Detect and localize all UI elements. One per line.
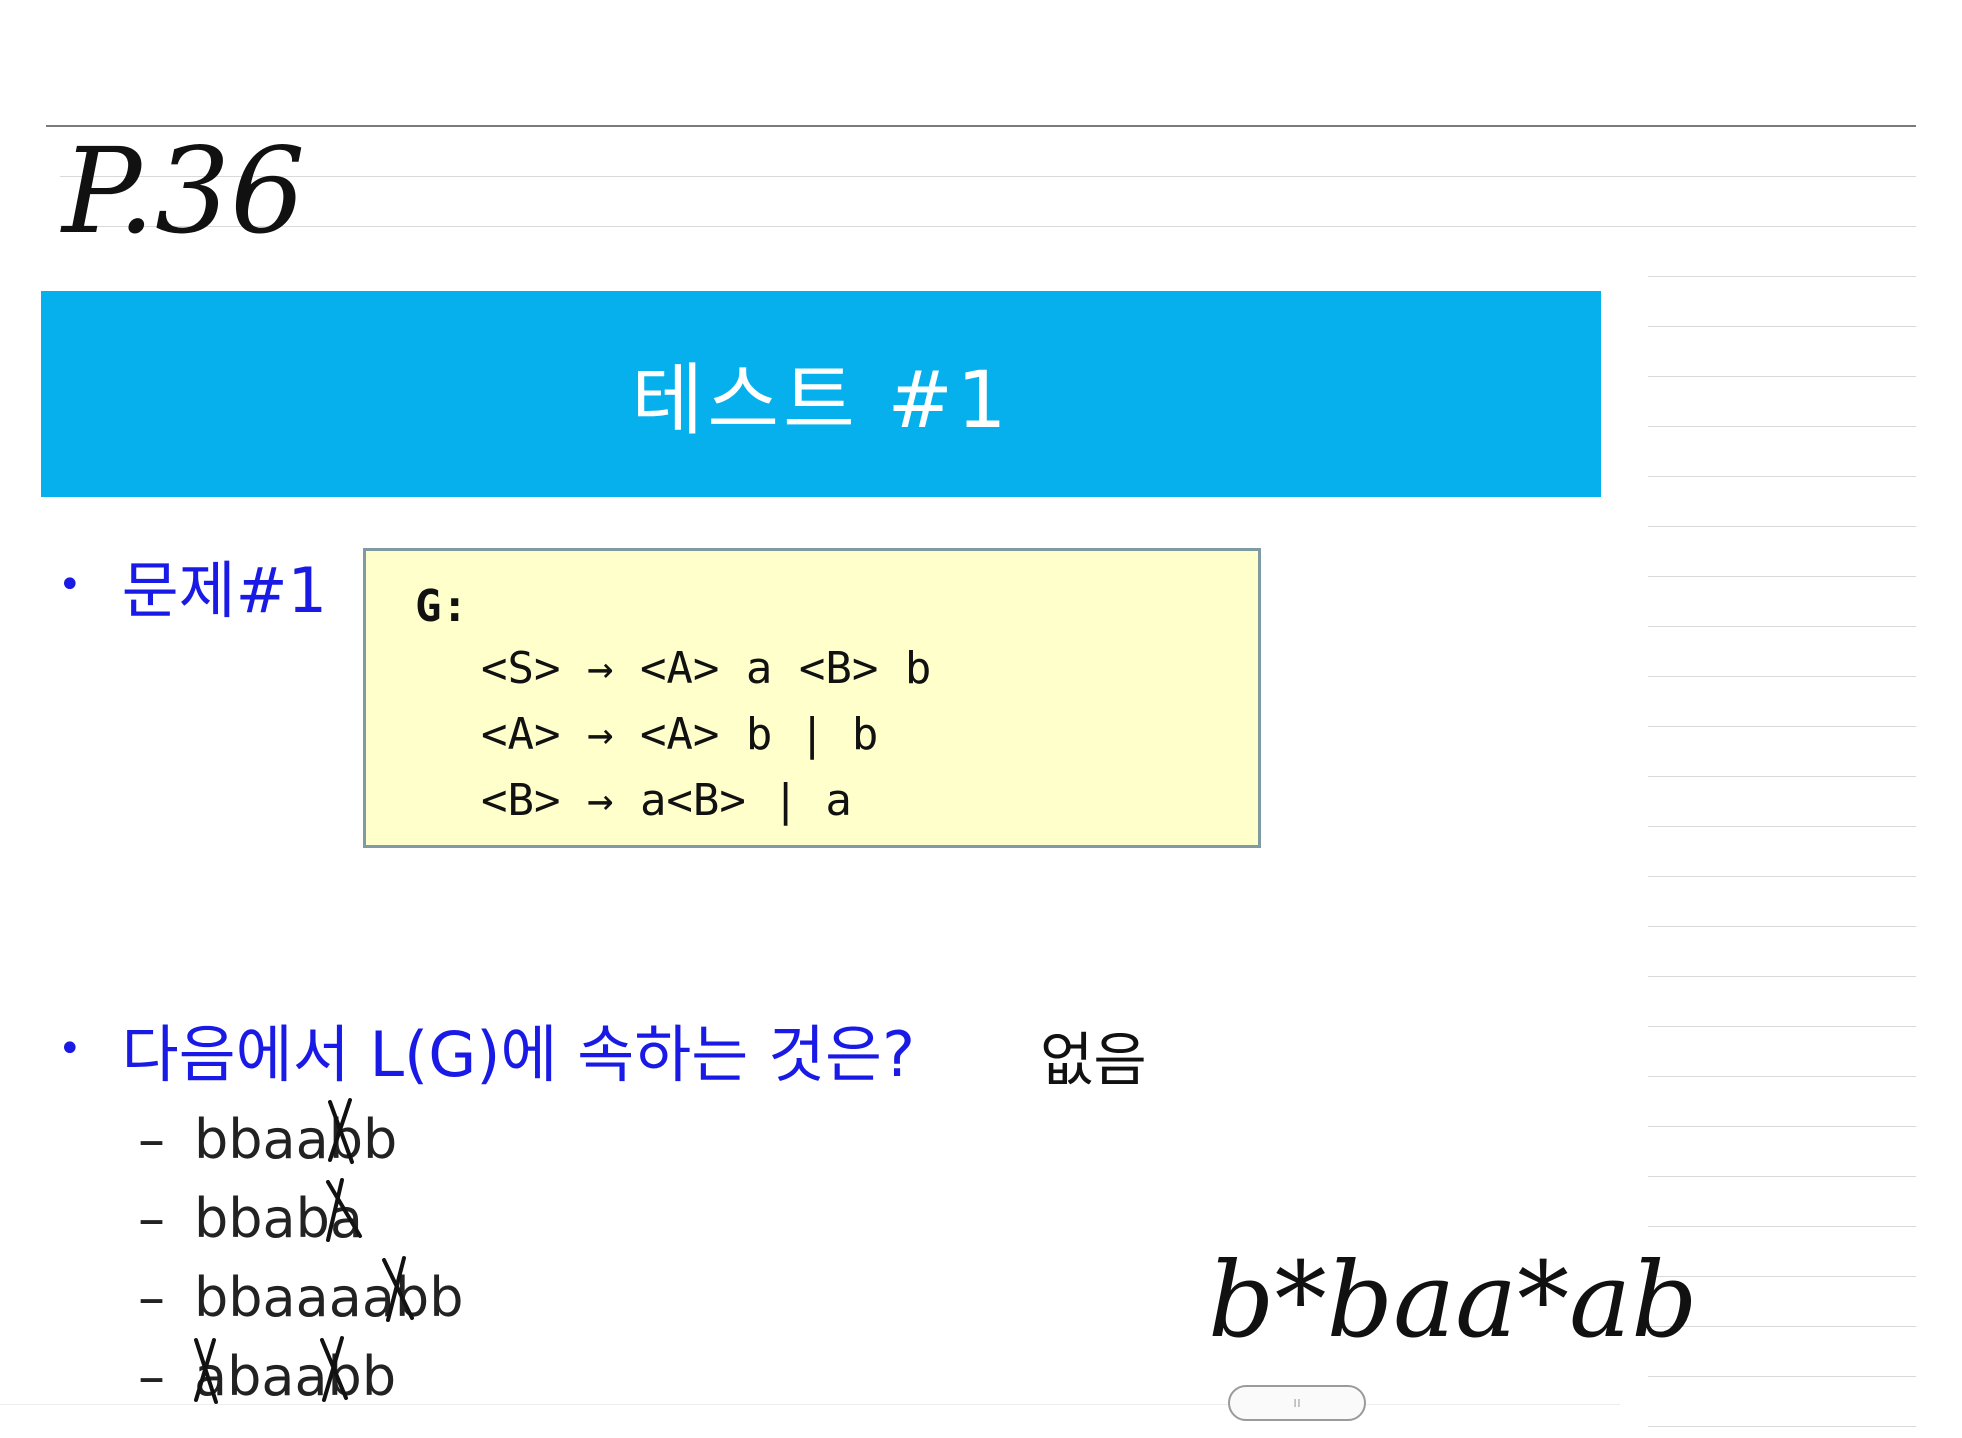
option-dash: – (138, 1187, 165, 1250)
answer-option: – abaabb (138, 1337, 463, 1416)
question-bullet: • 다음에서 L(G)에 속하는 것은? (58, 1004, 915, 1094)
slide-title-bar: 테스트 #1 (41, 291, 1601, 497)
answer-option: – bbaba (138, 1179, 463, 1258)
answer-note: 없음 (1040, 1026, 1147, 1094)
page-rule (1648, 1076, 1916, 1077)
page-top-rule (46, 125, 1916, 127)
page-rule (1648, 376, 1916, 377)
bullet-dot: • (58, 1026, 82, 1072)
grammar-rule: <A> → <A> b | b (481, 709, 879, 760)
option-text: bbaaaabb (194, 1266, 464, 1329)
page-rule (1648, 326, 1916, 327)
problem-label: 문제#1 (121, 554, 328, 627)
answer-options: – bbaabb – bbaba – bbaaaabb – abaabb (138, 1100, 463, 1416)
option-dash: – (138, 1345, 165, 1408)
problem-bullet: • 문제#1 (58, 540, 327, 630)
grammar-label: G: (415, 581, 468, 632)
page-rule (1648, 476, 1916, 477)
handle-grip-icon: ıı (1293, 1395, 1301, 1411)
option-dash: – (138, 1108, 165, 1171)
page-rule (1648, 276, 1916, 277)
page-rule (1648, 426, 1916, 427)
grammar-box: G: <S> → <A> a <B> b <A> → <A> b | b <B>… (363, 548, 1261, 848)
page-rule (1648, 1026, 1916, 1027)
bullet-dot: • (58, 562, 82, 608)
question-text: 다음에서 L(G)에 속하는 것은? (121, 1018, 915, 1091)
option-dash: – (138, 1266, 165, 1329)
page-label-handwritten: P.36 (60, 122, 305, 260)
page-rule (1648, 1176, 1916, 1177)
page-rule (1648, 576, 1916, 577)
page-rule (60, 226, 1916, 227)
page-rule (1648, 876, 1916, 877)
option-text: abaabb (194, 1345, 397, 1408)
page-rule (1648, 1326, 1916, 1327)
option-text: bbaabb (194, 1108, 398, 1171)
grammar-rule: <S> → <A> a <B> b (481, 643, 932, 694)
drag-handle[interactable]: ıı (1228, 1385, 1366, 1421)
page-rule (1648, 526, 1916, 527)
page-rule (1648, 1276, 1916, 1277)
grammar-rule: <B> → a<B> | a (481, 775, 852, 826)
answer-option: – bbaabb (138, 1100, 463, 1179)
regex-annotation: b*baa*ab (1208, 1239, 1698, 1361)
slide-title: 테스트 #1 (631, 356, 1011, 446)
page-rule (1648, 976, 1916, 977)
page-rule (1648, 1226, 1916, 1227)
page-rule (1648, 826, 1916, 827)
page-rule (1648, 1376, 1916, 1377)
page-rule (1648, 626, 1916, 627)
page-rule (1648, 1126, 1916, 1127)
note-page: 테스트 #1 • 문제#1 G: <S> → <A> a <B> b <A> →… (0, 0, 1962, 1438)
page-rule (1648, 1426, 1916, 1427)
page-rule (1648, 926, 1916, 927)
option-text: bbaba (194, 1187, 364, 1250)
answer-option: – bbaaaabb (138, 1258, 463, 1337)
page-rule (1648, 676, 1916, 677)
page-rule (1648, 726, 1916, 727)
page-rule (60, 176, 1916, 177)
page-rule (1648, 776, 1916, 777)
